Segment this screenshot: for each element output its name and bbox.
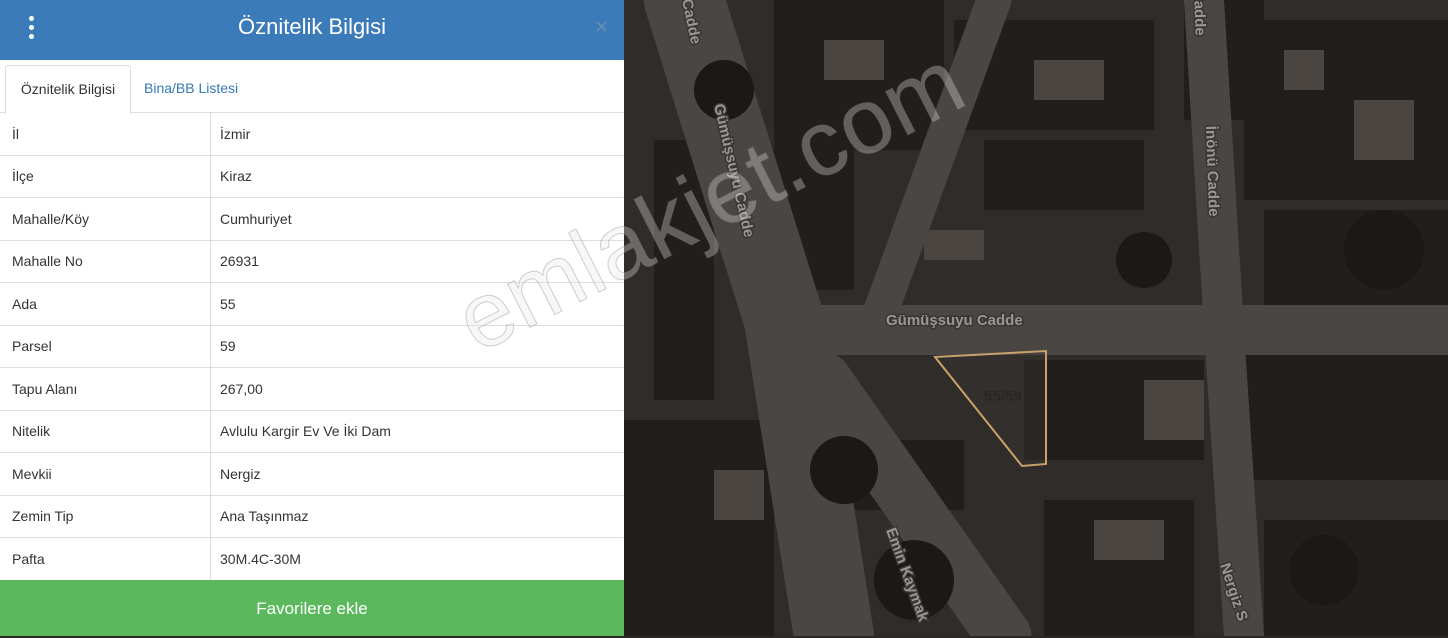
table-row: Mahalle No 26931 <box>0 240 624 283</box>
attribute-value: Nergiz <box>210 452 624 496</box>
table-row: Parsel 59 <box>0 325 624 368</box>
street-label-gumussuyu-horizontal: Gümüşsuyu Cadde <box>886 312 1023 329</box>
panel-title: Öznitelik Bilgisi <box>238 14 386 39</box>
add-to-favorites-button[interactable]: Favorilere ekle <box>0 580 624 636</box>
attribute-value: 55 <box>210 282 624 326</box>
attribute-key: Mahalle/Köy <box>0 197 211 241</box>
attribute-table: İl İzmir İlçe Kiraz Mahalle/Köy Cumhuriyet Mah… <box>0 113 624 581</box>
table-row: Mevkii Nergiz <box>0 452 624 496</box>
tab-bar: Öznitelik Bilgisi Bina/BB Listesi <box>0 60 624 114</box>
attribute-value: Avlulu Kargir Ev Ve İki Dam <box>210 410 624 453</box>
close-icon[interactable]: × <box>595 14 608 40</box>
attribute-key: İl <box>0 113 211 156</box>
attribute-key: Zemin Tip <box>0 495 211 538</box>
table-row: İlçe Kiraz <box>0 155 624 198</box>
map-view[interactable]: Gümüşsuyu Cadde Gümüşsuyu Cadde İnönü Ca… <box>624 0 1448 636</box>
satellite-map[interactable]: Gümüşsuyu Cadde Gümüşsuyu Cadde İnönü Ca… <box>624 0 1448 636</box>
table-row: Mahalle/Köy Cumhuriyet <box>0 197 624 241</box>
attribute-value: 30M.4C-30M <box>210 537 624 581</box>
attribute-value: Kiraz <box>210 155 624 198</box>
parcel-label: 55/59 <box>984 388 1022 405</box>
table-row: Ada 55 <box>0 282 624 326</box>
street-label-top-right: Cadde <box>1190 0 1209 36</box>
panel-header: Öznitelik Bilgisi × <box>0 0 624 60</box>
street-label-inonu: İnönü Cadde <box>1202 126 1222 217</box>
table-row: Zemin Tip Ana Taşınmaz <box>0 495 624 538</box>
attribute-key: Mahalle No <box>0 240 211 283</box>
table-row: Tapu Alanı 267,00 <box>0 367 624 411</box>
table-row: Pafta 30M.4C-30M <box>0 537 624 581</box>
attribute-key: İlçe <box>0 155 211 198</box>
table-row: Nitelik Avlulu Kargir Ev Ve İki Dam <box>0 410 624 453</box>
attribute-value: İzmir <box>210 113 624 156</box>
attribute-value: 26931 <box>210 240 624 283</box>
attribute-value: Cumhuriyet <box>210 197 624 241</box>
tab-building-list[interactable]: Bina/BB Listesi <box>134 65 248 112</box>
attribute-key: Nitelik <box>0 410 211 453</box>
attribute-key: Mevkii <box>0 452 211 496</box>
attribute-key: Ada <box>0 282 211 326</box>
attribute-key: Parsel <box>0 325 211 368</box>
attribute-key: Pafta <box>0 537 211 581</box>
attribute-value: 267,00 <box>210 367 624 411</box>
attribute-value: 59 <box>210 325 624 368</box>
attribute-value: Ana Taşınmaz <box>210 495 624 538</box>
table-row: İl İzmir <box>0 113 624 156</box>
tab-attributes[interactable]: Öznitelik Bilgisi <box>5 65 131 114</box>
attribute-panel: Öznitelik Bilgisi × Öznitelik Bilgisi Bi… <box>0 0 624 636</box>
attribute-key: Tapu Alanı <box>0 367 211 411</box>
